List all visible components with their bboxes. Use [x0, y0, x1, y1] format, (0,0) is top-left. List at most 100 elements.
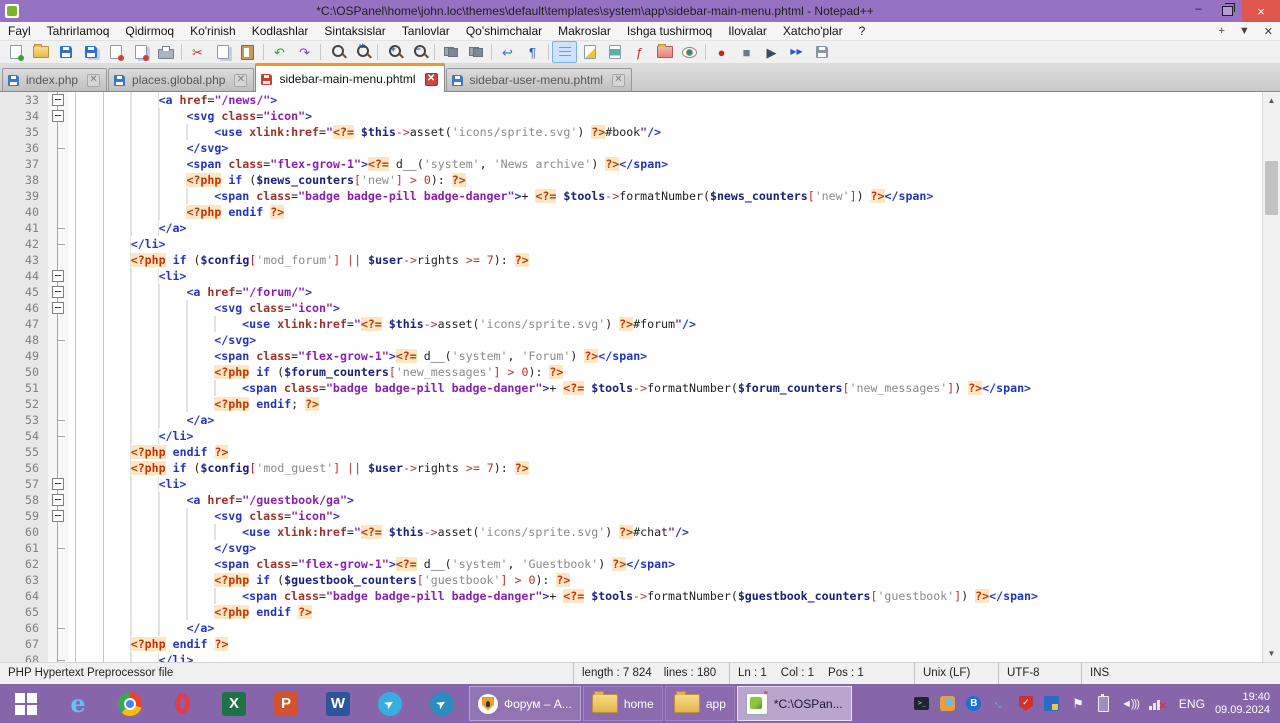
telegram-icon[interactable]: ➤ — [364, 684, 416, 723]
code-line[interactable]: 34<svg class="icon"> — [0, 108, 1263, 124]
code-line[interactable]: 37<span class="flex-grow-1"><?= d__('sys… — [0, 156, 1263, 172]
close-all-button[interactable] — [128, 41, 153, 63]
tab-sidebar-main-menu.phtml[interactable]: sidebar-main-menu.phtml✕ — [255, 63, 444, 92]
redo-button[interactable]: ↷ — [292, 41, 317, 63]
tab-list-icon[interactable]: ▼ — [1232, 25, 1257, 37]
word-wrap-button[interactable]: ↩ — [495, 41, 520, 63]
monitoring-button[interactable] — [677, 41, 702, 63]
status-insert-mode[interactable]: INS — [1081, 663, 1280, 684]
close-tab-icon[interactable]: ✕ — [1257, 25, 1280, 38]
menu-item-sintaksislar[interactable]: Sintaksislar — [316, 22, 393, 40]
code-line[interactable]: 33<a href="/news/"> — [0, 92, 1263, 108]
menu-item-ilovalar[interactable]: Ilovalar — [720, 22, 775, 40]
replace-button[interactable]: ab — [349, 41, 374, 63]
code-line[interactable]: 48</svg> — [0, 332, 1263, 348]
macro-run-multiple-button[interactable]: ▶▶ — [784, 41, 809, 63]
macro-stop-button[interactable]: ■ — [734, 41, 759, 63]
zoom-out-button[interactable]: − — [406, 41, 431, 63]
vertical-scrollbar[interactable]: ▲ ▼ — [1262, 92, 1280, 662]
code-line[interactable]: 67<?php endif ?> — [0, 636, 1263, 652]
fold-collapse-icon[interactable] — [52, 494, 64, 506]
tab-index.php[interactable]: index.php✕ — [2, 68, 107, 91]
flag-tray-icon[interactable]: ⚑ — [1069, 695, 1086, 712]
fold-collapse-icon[interactable] — [52, 478, 64, 490]
paste-button[interactable] — [235, 41, 260, 63]
code-line[interactable]: 61</svg> — [0, 540, 1263, 556]
telegram-2-icon[interactable]: ➤ — [416, 684, 468, 723]
code-line[interactable]: 40<?php endif ?> — [0, 204, 1263, 220]
chrome-icon[interactable] — [104, 684, 156, 723]
fold-collapse-icon[interactable] — [52, 110, 64, 122]
code-line[interactable]: 39<span class="badge badge-pill badge-da… — [0, 188, 1263, 204]
macro-record-button[interactable]: ● — [709, 41, 734, 63]
code-line[interactable]: 38<?php if ($news_counters['new'] > 0): … — [0, 172, 1263, 188]
fold-collapse-icon[interactable] — [52, 302, 64, 314]
zoom-in-button[interactable]: + — [381, 41, 406, 63]
bluetooth-tray-icon[interactable]: B — [965, 695, 982, 712]
scrollbar-thumb[interactable] — [1265, 161, 1278, 215]
code-line[interactable]: 44<li> — [0, 268, 1263, 284]
code-line[interactable]: 50<?php if ($forum_counters['new_message… — [0, 364, 1263, 380]
fold-collapse-icon[interactable] — [52, 286, 64, 298]
tab-close-icon[interactable]: ✕ — [234, 74, 247, 87]
code-line[interactable]: 60<use xlink:href="<?= $this->asset('ico… — [0, 524, 1263, 540]
new-file-button[interactable] — [3, 41, 28, 63]
cut-button[interactable]: ✂ — [185, 41, 210, 63]
status-encoding[interactable]: UTF-8 — [998, 663, 1081, 684]
code-line[interactable]: 42</li> — [0, 236, 1263, 252]
keyboard-layout-tray-icon[interactable] — [1043, 695, 1060, 712]
close-button[interactable]: × — [1242, 0, 1280, 22]
task-folder-home[interactable]: home — [583, 686, 663, 721]
code-line[interactable]: 59<svg class="icon"> — [0, 508, 1263, 524]
internet-explorer-icon[interactable]: e — [52, 684, 104, 723]
remote-access-tray-icon[interactable]: ↔ — [991, 695, 1008, 712]
code-line[interactable]: 55<?php endif ?> — [0, 444, 1263, 460]
code-line[interactable]: 35<use xlink:href="<?= $this->asset('ico… — [0, 124, 1263, 140]
sync-vertical-button[interactable] — [438, 41, 463, 63]
network-tray-icon[interactable]: ✕ — [1147, 695, 1164, 712]
find-button[interactable] — [324, 41, 349, 63]
start-button[interactable] — [0, 684, 52, 723]
menu-item-tahrirlamoq[interactable]: Tahrirlamoq — [39, 22, 118, 40]
function-list-button[interactable]: ƒ — [627, 41, 652, 63]
menu-item-makroslar[interactable]: Makroslar — [550, 22, 619, 40]
show-indent-guide-button[interactable] — [552, 41, 577, 63]
tab-places.global.php[interactable]: places.global.php✕ — [108, 68, 254, 91]
tab-close-icon[interactable]: ✕ — [612, 74, 625, 87]
save-all-button[interactable] — [78, 41, 103, 63]
open-file-button[interactable] — [28, 41, 53, 63]
volume-tray-icon[interactable]: ◄))) — [1121, 695, 1138, 712]
code-line[interactable]: 43<?php if ($config['mod_forum'] || $use… — [0, 252, 1263, 268]
tab-sidebar-user-menu.phtml[interactable]: sidebar-user-menu.phtml✕ — [446, 68, 632, 91]
language-indicator[interactable]: ENG — [1179, 697, 1205, 711]
fold-collapse-icon[interactable] — [52, 510, 64, 522]
code-line[interactable]: 41</a> — [0, 220, 1263, 236]
code-line[interactable]: 56<?php if ($config['mod_guest'] || $use… — [0, 460, 1263, 476]
ospanel-tray-icon[interactable] — [939, 695, 956, 712]
taskbar-clock[interactable]: 19:40 09.09.2024 — [1215, 691, 1270, 717]
menu-item-kodlashlar[interactable]: Kodlashlar — [244, 22, 317, 40]
fold-collapse-icon[interactable] — [52, 94, 64, 106]
code-line[interactable]: 46<svg class="icon"> — [0, 300, 1263, 316]
show-all-characters-button[interactable]: ¶ — [520, 41, 545, 63]
code-line[interactable]: 54</li> — [0, 428, 1263, 444]
copy-button[interactable] — [210, 41, 235, 63]
save-file-button[interactable] — [53, 41, 78, 63]
code-line[interactable]: 63<?php if ($guestbook_counters['guestbo… — [0, 572, 1263, 588]
powerpoint-icon[interactable]: P — [260, 684, 312, 723]
restore-button[interactable] — [1213, 0, 1242, 22]
word-icon[interactable]: W — [312, 684, 364, 723]
excel-icon[interactable]: X — [208, 684, 260, 723]
task-folder-app[interactable]: app — [665, 686, 735, 721]
battery-tray-icon[interactable] — [1095, 695, 1112, 712]
code-line[interactable]: 52<?php endif; ?> — [0, 396, 1263, 412]
undo-button[interactable]: ↶ — [267, 41, 292, 63]
code-line[interactable]: 64<span class="badge badge-pill badge-da… — [0, 588, 1263, 604]
antivirus-tray-icon[interactable]: ✓ — [1017, 695, 1034, 712]
menu-item-tanlovlar[interactable]: Tanlovlar — [394, 22, 458, 40]
print-button[interactable] — [153, 41, 178, 63]
code-line[interactable]: 53</a> — [0, 412, 1263, 428]
code-line[interactable]: 45<a href="/forum/"> — [0, 284, 1263, 300]
close-file-button[interactable] — [103, 41, 128, 63]
tab-close-icon[interactable]: ✕ — [87, 74, 100, 87]
